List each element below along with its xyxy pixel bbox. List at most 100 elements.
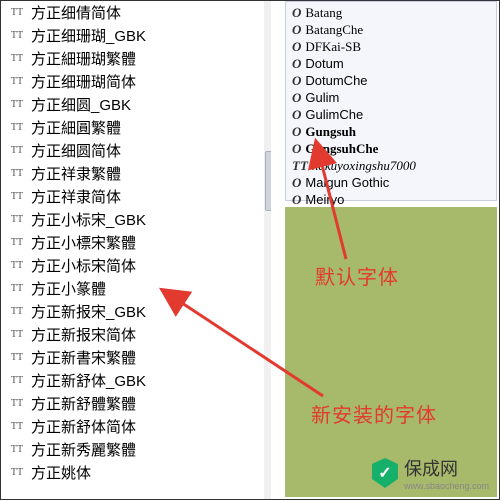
font-name: 方正祥隶繁體	[31, 163, 121, 184]
font-name: 方正細珊瑚繁體	[31, 48, 136, 69]
watermark-text: 保成网	[404, 455, 489, 481]
font-item[interactable]: OGungsuh	[292, 123, 490, 140]
font-item[interactable]: TT 方正细珊瑚简体	[9, 70, 270, 93]
opentype-icon: O	[292, 141, 301, 157]
font-name: 方正小标宋简体	[31, 255, 136, 276]
font-name: Malgun Gothic	[305, 175, 389, 190]
font-item[interactable]: TT 方正新报宋简体	[9, 323, 270, 346]
font-item[interactable]: TT方正新报宋_GBK	[9, 300, 270, 323]
truetype-icon: TT	[9, 98, 25, 112]
font-item[interactable]: O GulimChe	[292, 106, 490, 123]
font-item[interactable]: TT方正新舒體繁體	[9, 392, 270, 415]
font-item[interactable]: TT 方正小标宋简体	[9, 254, 270, 277]
font-name: 方正细倩简体	[31, 2, 121, 23]
opentype-icon: O	[292, 90, 301, 106]
font-item[interactable]: O DotumChe	[292, 72, 490, 89]
font-item[interactable]: TT 方正新舒体_GBK	[9, 369, 270, 392]
font-name: Gulim	[305, 90, 339, 105]
truetype-icon: TT	[9, 282, 25, 296]
font-name: 方正小篆體	[31, 278, 106, 299]
opentype-icon: O	[292, 73, 301, 89]
right-font-list[interactable]: OBatangOBatangCheODFKai-SBODotumODotumCh…	[286, 2, 496, 210]
font-name: Meiryo	[305, 192, 344, 207]
font-name: hakuyoxingshu7000	[312, 158, 416, 174]
font-item[interactable]: TT方正祥隶简体	[9, 185, 270, 208]
truetype-icon: TT	[9, 259, 25, 273]
annotation-new-font: 新安装的字体	[311, 399, 437, 428]
font-item[interactable]: TT 方正细倩简体	[9, 1, 270, 24]
font-item[interactable]: O Gulim	[292, 89, 490, 106]
font-item[interactable]: TT 方正新書宋繁體	[9, 346, 270, 369]
font-name: 方正细圆简体	[31, 140, 121, 161]
opentype-icon: O	[292, 39, 301, 55]
truetype-icon: TT	[9, 420, 25, 434]
font-name: 方正小標宋繁體	[31, 232, 136, 253]
font-item[interactable]: O Malgun Gothic	[292, 174, 490, 191]
left-font-panel: TT方正细倩简体TT方正细珊瑚_GBKTT方正細珊瑚繁體TT方正细珊瑚简体TT方…	[1, 1, 271, 499]
font-name: 方正細圓繁體	[31, 117, 121, 138]
opentype-icon: O	[292, 192, 301, 208]
font-name: 方正姚体	[31, 462, 91, 483]
font-name: 方正新書宋繁體	[31, 347, 136, 368]
opentype-icon: O	[292, 22, 301, 38]
opentype-icon: O	[292, 5, 301, 21]
font-item[interactable]: OBatangChe	[292, 21, 490, 38]
font-item[interactable]: TT 方正小篆體	[9, 277, 270, 300]
font-item[interactable]: TT 方正细圆_GBK	[9, 93, 270, 116]
truetype-icon: TT	[292, 158, 308, 174]
truetype-icon: TT	[9, 52, 25, 66]
font-item[interactable]: O Dotum	[292, 55, 490, 72]
truetype-icon: TT	[9, 121, 25, 135]
opentype-icon: O	[292, 56, 301, 72]
font-name: Batang	[305, 5, 342, 21]
truetype-icon: TT	[9, 443, 25, 457]
truetype-icon: TT	[9, 351, 25, 365]
truetype-icon: TT	[9, 6, 25, 20]
font-item[interactable]: OBatang	[292, 4, 490, 21]
font-item[interactable]: TT 方正細圓繁體	[9, 116, 270, 139]
font-item[interactable]: TT 方正小标宋_GBK	[9, 208, 270, 231]
font-name: 方正细珊瑚_GBK	[31, 25, 146, 46]
truetype-icon: TT	[9, 213, 25, 227]
right-font-panel: OBatangOBatangCheODFKai-SBODotumODotumCh…	[285, 1, 497, 201]
font-name: Dotum	[305, 56, 343, 71]
truetype-icon: TT	[9, 236, 25, 250]
font-item[interactable]: TT 方正小標宋繁體	[9, 231, 270, 254]
truetype-icon: TT	[9, 144, 25, 158]
font-item[interactable]: TT方正新舒体简体	[9, 415, 270, 438]
font-name: GulimChe	[305, 107, 363, 122]
font-name: 方正细珊瑚简体	[31, 71, 136, 92]
font-name: 方正新报宋_GBK	[31, 301, 146, 322]
font-item[interactable]: TT 方正祥隶繁體	[9, 162, 270, 185]
font-name: 方正细圆_GBK	[31, 94, 131, 115]
font-item[interactable]: TT方正姚体	[9, 461, 270, 484]
font-item[interactable]: TT 方正细圆简体	[9, 139, 270, 162]
font-item[interactable]: OGungsuhChe	[292, 140, 490, 157]
font-name: Gungsuh	[305, 124, 356, 140]
left-font-list[interactable]: TT方正细倩简体TT方正细珊瑚_GBKTT方正細珊瑚繁體TT方正细珊瑚简体TT方…	[9, 1, 270, 484]
font-name: 方正新舒体_GBK	[31, 370, 146, 391]
opentype-icon: O	[292, 107, 301, 123]
font-name: DotumChe	[305, 73, 367, 88]
font-item[interactable]: O Meiryo	[292, 191, 490, 208]
font-name: 方正新舒體繁體	[31, 393, 136, 414]
font-item[interactable]: TT方正新秀麗繁體	[9, 438, 270, 461]
font-item[interactable]: TT 方正細珊瑚繁體	[9, 47, 270, 70]
truetype-icon: TT	[9, 75, 25, 89]
font-item[interactable]: TThakuyoxingshu7000	[292, 157, 490, 174]
font-name: DFKai-SB	[305, 39, 361, 55]
watermark-domain: www.sbaocheng.com	[404, 481, 489, 491]
watermark: ✓ 保成网 www.sbaocheng.com	[368, 453, 493, 493]
truetype-icon: TT	[9, 167, 25, 181]
font-item[interactable]: ODFKai-SB	[292, 38, 490, 55]
font-name: GungsuhChe	[305, 141, 378, 157]
font-name: 方正新报宋简体	[31, 324, 136, 345]
opentype-icon: O	[292, 124, 301, 140]
font-item[interactable]: TT 方正细珊瑚_GBK	[9, 24, 270, 47]
truetype-icon: TT	[9, 374, 25, 388]
font-name: BatangChe	[305, 22, 363, 38]
opentype-icon: O	[292, 175, 301, 191]
truetype-icon: TT	[9, 29, 25, 43]
font-name: 方正小标宋_GBK	[31, 209, 146, 230]
truetype-icon: TT	[9, 328, 25, 342]
